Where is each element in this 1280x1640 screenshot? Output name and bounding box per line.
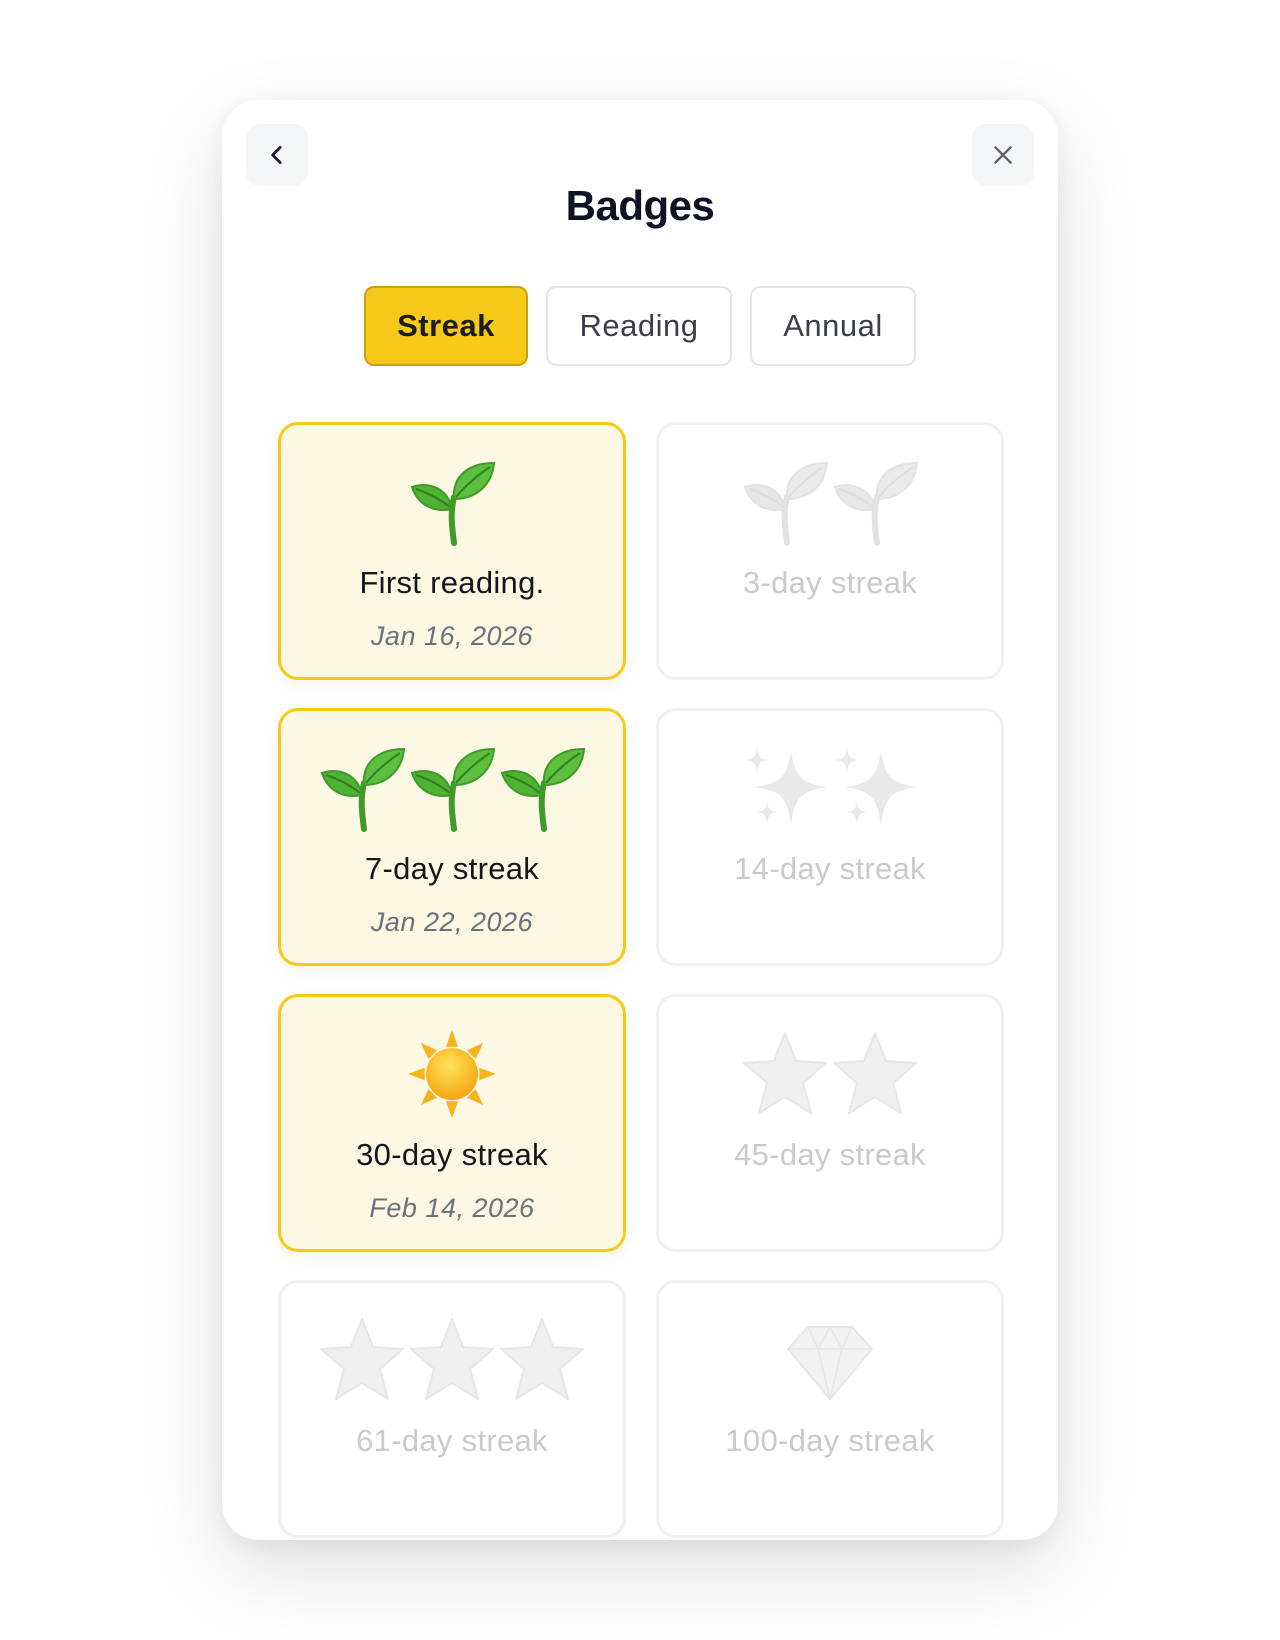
badge-art xyxy=(281,1315,623,1405)
sprout-icon xyxy=(831,457,919,547)
star-icon xyxy=(408,1315,496,1405)
tab-streak[interactable]: Streak xyxy=(364,286,528,366)
badge-card[interactable]: 14-day streak xyxy=(656,708,1004,966)
badge-card[interactable]: 100-day streak xyxy=(656,1280,1004,1538)
badge-date: Jan 16, 2026 xyxy=(370,621,534,651)
badge-card[interactable]: First reading. Jan 16, 2026 xyxy=(278,422,626,680)
sun-icon xyxy=(408,1029,496,1119)
badge-name: 30-day streak xyxy=(356,1137,548,1172)
badge-name: 3-day streak xyxy=(742,565,918,600)
badge-name: 61-day streak xyxy=(356,1423,548,1458)
sprout-icon xyxy=(408,457,496,547)
chevron-left-icon xyxy=(271,146,282,164)
badge-category-tabs: Streak Reading Annual xyxy=(222,286,1058,366)
badge-date: Feb 14, 2026 xyxy=(369,1193,535,1223)
gem-icon xyxy=(786,1315,874,1405)
sparkles-icon xyxy=(831,743,919,833)
badge-card[interactable]: 7-day streak Jan 22, 2026 xyxy=(278,708,626,966)
badge-name: 100-day streak xyxy=(725,1423,935,1458)
star-icon xyxy=(498,1315,586,1405)
badge-card[interactable]: 3-day streak xyxy=(656,422,1004,680)
tab-annual[interactable]: Annual xyxy=(750,286,916,366)
star-icon xyxy=(741,1029,829,1119)
star-icon xyxy=(318,1315,406,1405)
page-title: Badges xyxy=(565,182,715,229)
badge-art xyxy=(281,1029,623,1119)
badge-name: 7-day streak xyxy=(364,851,540,886)
badge-card[interactable]: 30-day streak Feb 14, 2026 xyxy=(278,994,626,1252)
badge-card[interactable]: 61-day streak xyxy=(278,1280,626,1538)
badge-art xyxy=(659,1029,1001,1119)
badge-art xyxy=(281,457,623,547)
badge-art xyxy=(659,1315,1001,1405)
close-icon xyxy=(994,146,1012,164)
badges-modal: Badges Streak Reading Annual First readi… xyxy=(222,100,1058,1540)
badge-date: Jan 22, 2026 xyxy=(370,907,534,937)
badge-card[interactable]: 45-day streak xyxy=(656,994,1004,1252)
badge-art xyxy=(281,743,623,833)
sprout-icon xyxy=(318,743,406,833)
tab-reading[interactable]: Reading xyxy=(546,286,732,366)
badge-name: 14-day streak xyxy=(734,851,926,886)
back-button[interactable] xyxy=(246,124,308,186)
badge-grid: First reading. Jan 16, 2026 3-day streak… xyxy=(278,422,1004,1540)
close-button[interactable] xyxy=(972,124,1034,186)
badge-art xyxy=(659,457,1001,547)
star-icon xyxy=(831,1029,919,1119)
badge-name: First reading. xyxy=(359,565,545,600)
sprout-icon xyxy=(498,743,586,833)
sprout-icon xyxy=(408,743,496,833)
badge-name: 45-day streak xyxy=(734,1137,926,1172)
sprout-icon xyxy=(741,457,829,547)
badge-art xyxy=(659,743,1001,833)
sparkles-icon xyxy=(741,743,829,833)
